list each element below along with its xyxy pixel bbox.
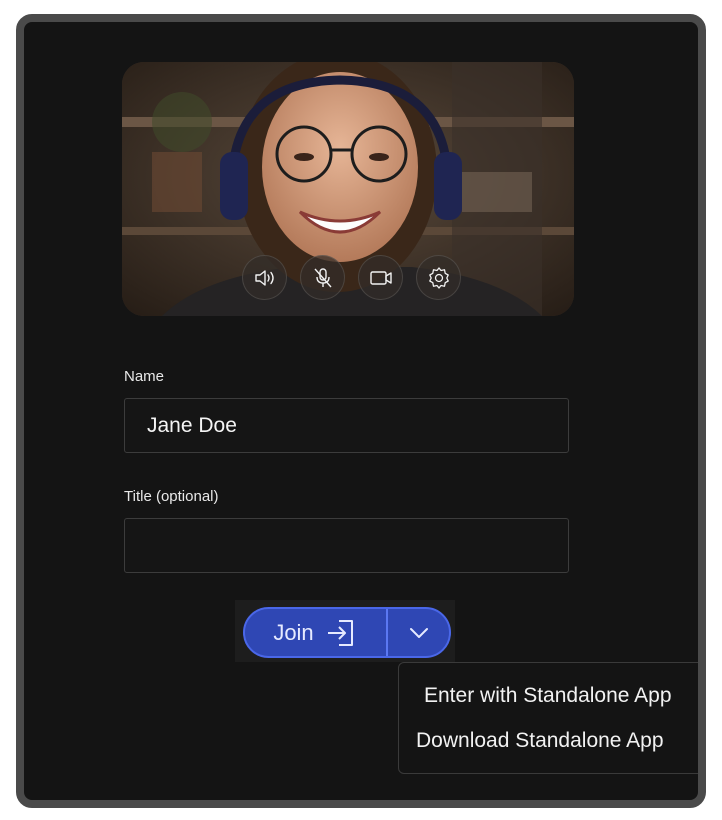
microphone-toggle-button[interactable] xyxy=(300,255,345,300)
video-preview xyxy=(122,62,574,316)
join-split-button: Join xyxy=(243,607,451,658)
name-input[interactable] xyxy=(124,398,569,453)
menu-item-download-standalone-app[interactable]: Download Standalone App xyxy=(416,729,664,753)
settings-button[interactable] xyxy=(416,255,461,300)
join-options-dropdown[interactable] xyxy=(388,609,449,656)
app-window: Name Title (optional) Join Enter with St… xyxy=(16,14,706,808)
join-control: Join xyxy=(235,600,455,662)
join-options-menu: Enter with Standalone App Download Stand… xyxy=(398,662,698,774)
name-label: Name xyxy=(124,368,165,385)
join-button[interactable]: Join xyxy=(245,609,388,656)
preview-controls xyxy=(242,255,461,300)
chevron-down-icon xyxy=(409,627,428,638)
camera-icon xyxy=(369,270,392,285)
join-label: Join xyxy=(273,619,314,645)
speaker-icon xyxy=(254,269,274,286)
settings-gear-icon xyxy=(428,266,449,289)
speaker-button[interactable] xyxy=(242,255,287,300)
menu-item-enter-standalone-app[interactable]: Enter with Standalone App xyxy=(424,684,672,708)
camera-toggle-button[interactable] xyxy=(358,255,403,300)
title-input[interactable] xyxy=(124,518,569,573)
microphone-muted-icon xyxy=(313,267,332,287)
sign-in-icon xyxy=(327,619,353,646)
title-label: Title (optional) xyxy=(124,488,219,505)
